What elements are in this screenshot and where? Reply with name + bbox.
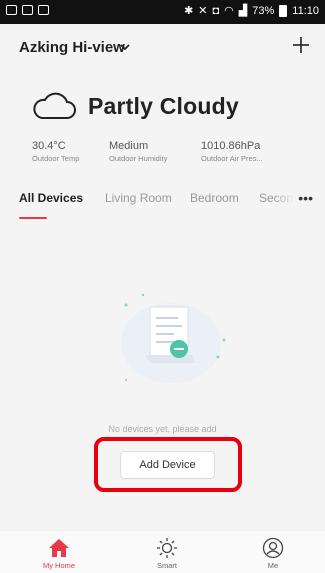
user-icon	[262, 537, 284, 559]
tab-fade	[273, 188, 295, 208]
weather-stat-humidity: Medium Outdoor Humidity	[109, 140, 167, 163]
notification-icons	[6, 5, 49, 15]
app-header: Azking Hi-view	[0, 24, 325, 72]
nav-my-home[interactable]: My Home	[29, 531, 89, 570]
clock: 11:10	[292, 5, 319, 17]
home-selector[interactable]: Azking Hi-view	[19, 39, 125, 56]
message-notification-icon	[22, 5, 33, 15]
tab-living-room[interactable]: Living Room	[105, 191, 172, 205]
stat-label: Outdoor Air Pres...	[201, 154, 263, 163]
home-icon	[49, 539, 69, 557]
more-tabs-icon[interactable]: •••	[298, 190, 313, 206]
nav-smart[interactable]: Smart	[137, 531, 197, 570]
gallery-notification-icon	[6, 5, 17, 15]
signal-icon: ▟	[238, 5, 248, 17]
stat-value: 30.4°C	[32, 140, 66, 152]
bottom-nav: My Home Smart Me	[0, 530, 325, 573]
weather-stat-pressure: 1010.86hPa Outdoor Air Pres...	[201, 140, 263, 163]
cloud-icon	[33, 92, 76, 119]
stat-label: Outdoor Temp	[32, 154, 80, 163]
stat-value: Medium	[109, 140, 149, 152]
wifi-icon: ◠	[224, 5, 234, 17]
chevron-down-icon[interactable]	[119, 41, 131, 53]
battery-percent: 73%	[252, 5, 275, 17]
highlight-annotation	[94, 437, 242, 492]
empty-state-message: No devices yet, please add	[108, 424, 217, 434]
nav-label: Me	[267, 561, 279, 570]
status-bar: ✱ ✕ ◘ ◠ ▟ 73% 11:10	[0, 0, 325, 24]
tab-all-devices[interactable]: All Devices	[19, 191, 83, 205]
nav-me[interactable]: Me	[243, 531, 303, 570]
active-tab-indicator	[19, 217, 47, 219]
app-notification-icon	[38, 5, 49, 15]
nav-label: Smart	[156, 561, 177, 570]
bluetooth-icon: ✱	[184, 5, 194, 17]
alarm-icon: ◘	[212, 5, 220, 17]
battery-icon	[279, 5, 288, 17]
weather-summary: Partly Cloudy	[32, 92, 239, 120]
empty-devices-illustration	[121, 293, 226, 383]
tab-bedroom[interactable]: Bedroom	[190, 191, 239, 205]
weather-stat-temp: 30.4°C Outdoor Temp	[32, 140, 79, 163]
weather-condition: Partly Cloudy	[88, 92, 239, 119]
add-icon[interactable]	[292, 36, 310, 54]
stat-value: 1010.86hPa	[201, 140, 261, 152]
mute-icon: ✕	[198, 5, 208, 17]
nav-label: My Home	[42, 561, 76, 570]
sun-icon	[157, 538, 177, 558]
stat-label: Outdoor Humidity	[109, 154, 168, 163]
